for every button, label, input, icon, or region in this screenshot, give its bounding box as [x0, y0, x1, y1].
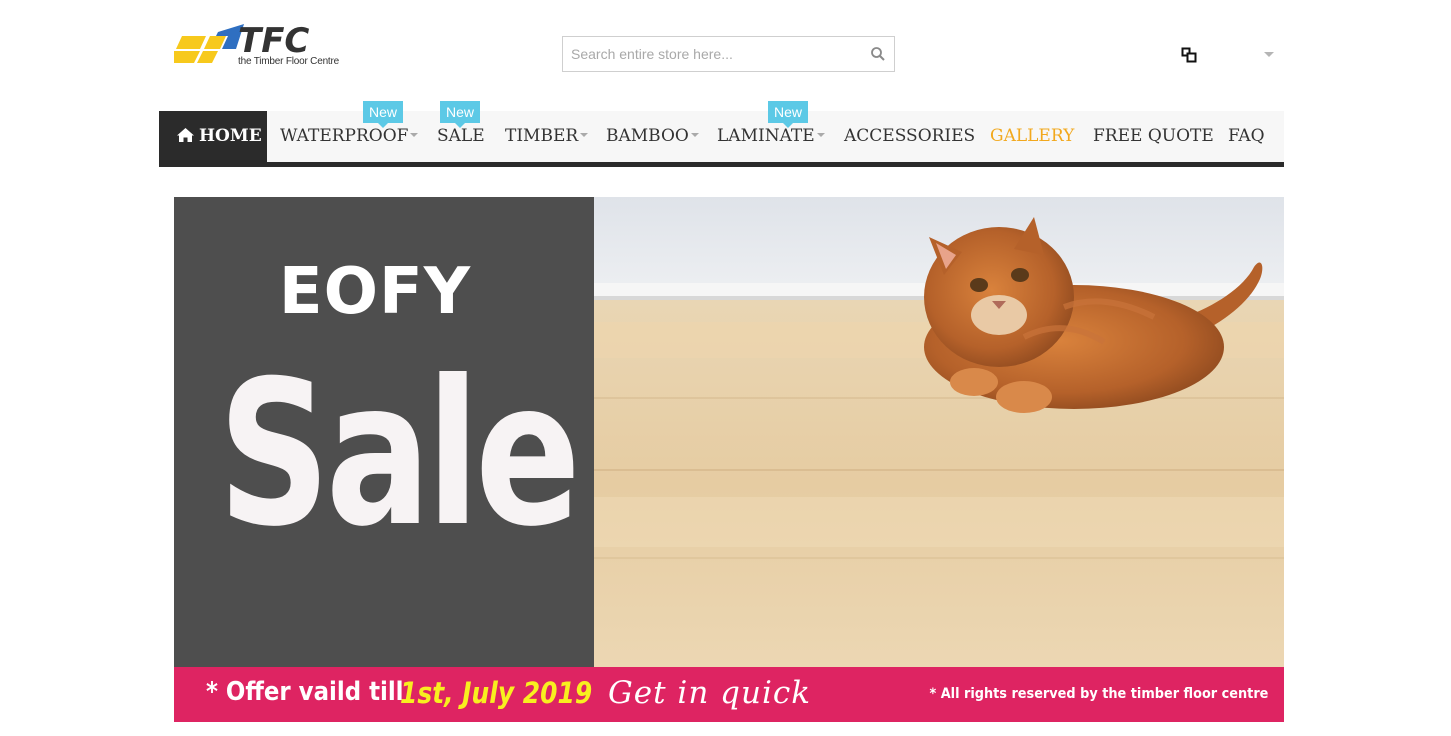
banner-sale-panel: EOFY Sale	[174, 197, 594, 667]
search-input[interactable]	[563, 37, 863, 71]
nav-label-timber: TIMBER	[505, 126, 579, 146]
nav-label-waterproof: WATERPROOF	[280, 126, 409, 146]
nav-item-accessories[interactable]: ACCESSORIES	[844, 111, 975, 162]
nav-item-home[interactable]: HOME	[159, 111, 267, 162]
offer-date: 1st, July 2019	[400, 676, 593, 710]
nav-label-laminate: LAMINATE	[717, 126, 815, 146]
account-dropdown-caret-icon[interactable]	[1264, 52, 1274, 57]
nav-label-sale: SALE	[437, 126, 485, 146]
nav-item-timber[interactable]: TIMBER	[505, 111, 589, 162]
new-badge-sale: New	[440, 101, 481, 128]
rights-notice: * All rights reserved by the timber floo…	[929, 686, 1268, 702]
nav-label-home: HOME	[199, 126, 262, 146]
chevron-down-icon	[816, 133, 825, 137]
chevron-down-icon	[580, 133, 589, 137]
search-icon[interactable]	[870, 46, 886, 62]
nav-label-free-quote: FREE QUOTE	[1093, 126, 1214, 146]
get-in-quick-text: Get in quick	[608, 675, 812, 711]
main-nav: HOME WATERPROOF New SALE New TIMBER BAMB…	[159, 101, 1284, 167]
home-icon	[177, 128, 194, 142]
nav-item-free-quote[interactable]: FREE QUOTE	[1093, 111, 1214, 162]
nav-label-faq: FAQ	[1228, 126, 1265, 146]
compare-icon[interactable]	[1181, 47, 1199, 65]
nav-item-bamboo[interactable]: BAMBOO	[606, 111, 699, 162]
chevron-down-icon	[410, 133, 419, 137]
new-badge-waterproof: New	[363, 101, 404, 128]
search-box	[562, 36, 895, 72]
nav-label-accessories: ACCESSORIES	[844, 126, 976, 146]
hero-banner[interactable]: EOFY Sale * Offer vaild till 1st, July 2…	[174, 197, 1284, 722]
chevron-down-icon	[690, 133, 699, 137]
banner-photo-cat-on-floor	[594, 197, 1284, 667]
offer-text: * Offer vaild till	[206, 677, 404, 707]
nav-label-bamboo: BAMBOO	[606, 126, 689, 146]
nav-item-gallery[interactable]: GALLERY	[990, 111, 1074, 162]
nav-label-gallery: GALLERY	[990, 126, 1075, 146]
site-logo[interactable]: TFC the Timber Floor Centre	[174, 22, 354, 70]
new-badge-laminate: New	[768, 101, 809, 128]
banner-sale-heading: Sale	[218, 338, 581, 571]
nav-item-faq[interactable]: FAQ	[1228, 111, 1265, 162]
banner-offer-strip: * Offer vaild till 1st, July 2019 Get in…	[174, 667, 1284, 722]
logo-tagline: the Timber Floor Centre	[238, 56, 339, 67]
banner-eofy-heading: EOFY	[278, 255, 472, 329]
